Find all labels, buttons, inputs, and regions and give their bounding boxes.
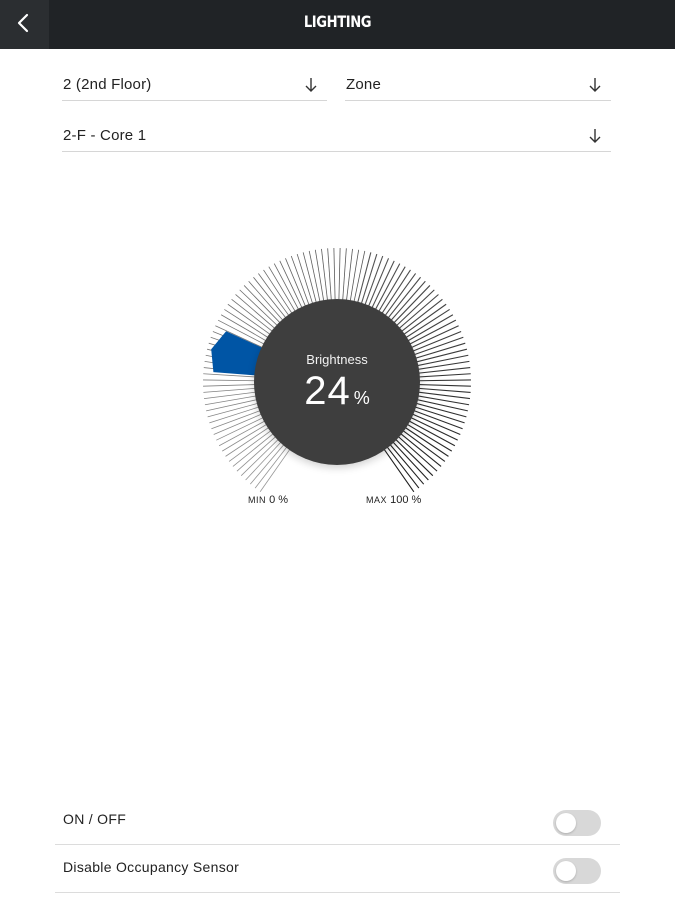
room-select-value: 2-F - Core 1 (63, 127, 147, 144)
brightness-readout: 24% (254, 369, 420, 414)
min-label: MIN 0 % (248, 494, 288, 506)
page-title: LIGHTING (303, 12, 372, 31)
max-label: MAX 100 % (366, 494, 421, 506)
on-off-toggle[interactable] (553, 810, 601, 836)
occupancy-toggle[interactable] (553, 858, 601, 884)
zone-select-value: Zone (346, 76, 381, 93)
max-value: 100 % (390, 494, 422, 506)
min-prefix: MIN (248, 495, 266, 505)
toggle-knob (556, 813, 576, 833)
chevron-left-icon (17, 13, 29, 33)
floor-select[interactable]: 2 (2nd Floor) (62, 56, 327, 101)
brightness-label: Brightness (306, 352, 368, 367)
toggle-knob (556, 861, 576, 881)
on-off-row: ON / OFF (55, 797, 620, 845)
room-select[interactable]: 2-F - Core 1 (62, 107, 611, 152)
occupancy-row: Disable Occupancy Sensor (55, 845, 620, 893)
brightness-value: 24 (304, 369, 351, 413)
brightness-dial[interactable]: Brightness 24% (199, 244, 475, 520)
floor-select-value: 2 (2nd Floor) (63, 76, 152, 93)
occupancy-label: Disable Occupancy Sensor (63, 859, 240, 875)
arrow-down-icon (589, 78, 601, 92)
back-button[interactable] (0, 0, 49, 49)
arrow-down-icon (589, 129, 601, 143)
arrow-down-icon (305, 78, 317, 92)
min-value: 0 % (269, 494, 289, 506)
brightness-center: Brightness 24% (254, 299, 420, 465)
zone-select[interactable]: Zone (345, 56, 611, 101)
max-prefix: MAX (366, 495, 388, 505)
brightness-unit: % (353, 388, 370, 408)
top-bar: LIGHTING (0, 0, 675, 49)
on-off-label: ON / OFF (63, 811, 127, 827)
